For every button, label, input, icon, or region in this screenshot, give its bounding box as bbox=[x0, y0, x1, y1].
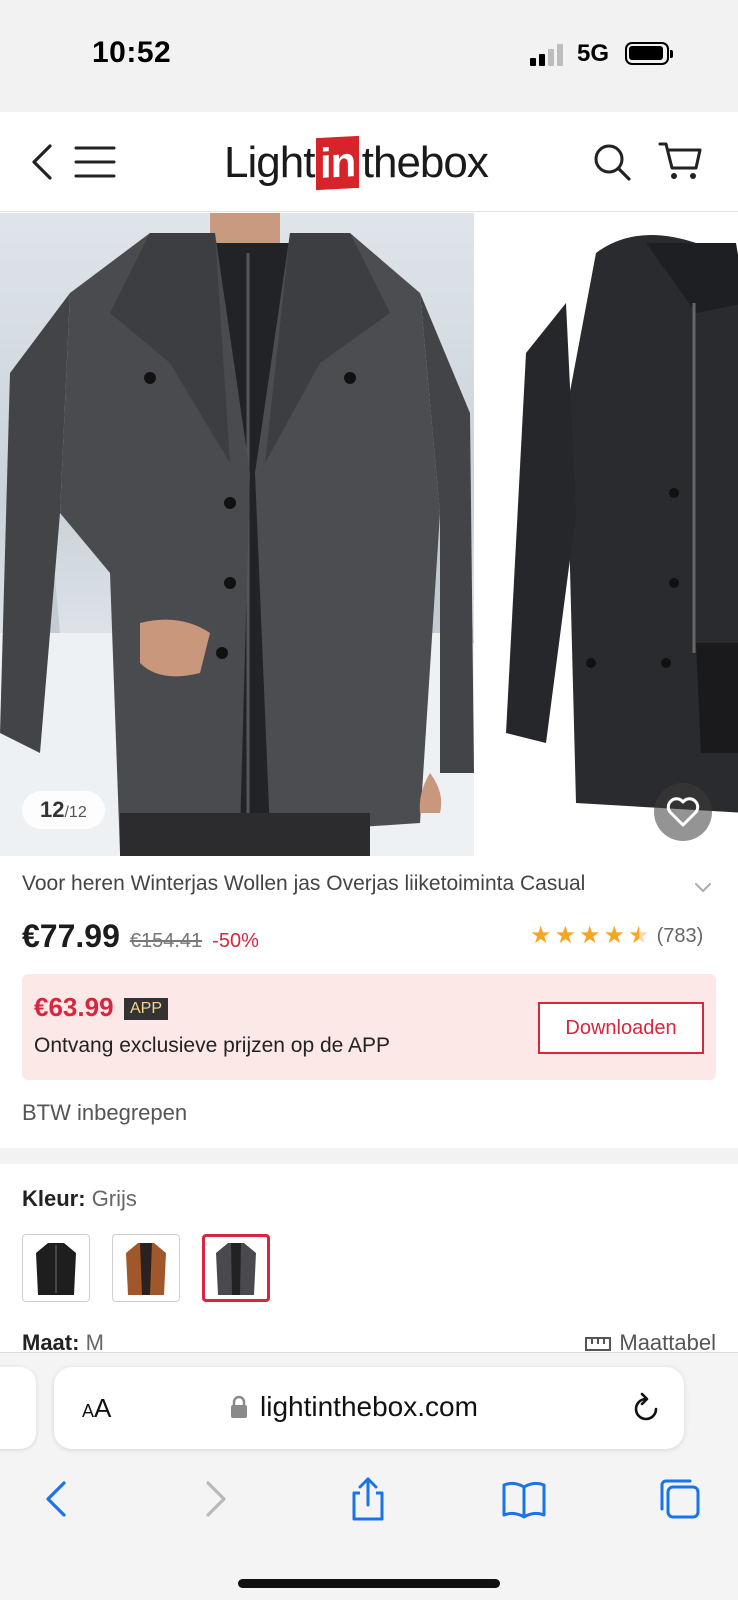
coat-photo-illustration bbox=[0, 213, 474, 856]
app-promo-text: Ontvang exclusieve prijzen op de APP bbox=[34, 1034, 391, 1057]
color-label-value: Grijs bbox=[91, 1186, 137, 1211]
size-selector-row: Maat: M Maattabel bbox=[22, 1330, 716, 1352]
wishlist-button[interactable] bbox=[654, 783, 712, 841]
coat-photo-next-illustration bbox=[506, 235, 738, 813]
product-photo-next[interactable] bbox=[486, 213, 738, 856]
vat-note: BTW inbegrepen bbox=[22, 1100, 188, 1125]
color-selector-label: Kleur: Grijs bbox=[22, 1186, 137, 1212]
back-arrow-icon[interactable] bbox=[28, 142, 56, 182]
review-count: (783) bbox=[656, 924, 704, 947]
browser-back-icon[interactable] bbox=[36, 1477, 80, 1521]
share-icon[interactable] bbox=[346, 1477, 390, 1521]
aa-small: A bbox=[82, 1401, 95, 1421]
size-chart-link[interactable]: Maattabel bbox=[585, 1330, 716, 1352]
heart-icon bbox=[666, 797, 700, 827]
size-label-value: M bbox=[85, 1330, 104, 1352]
star-icon: ★ bbox=[554, 922, 577, 949]
app-badge: APP bbox=[124, 998, 169, 1020]
color-swatches bbox=[22, 1234, 270, 1302]
menu-icon[interactable] bbox=[74, 145, 116, 179]
swatch-grey[interactable] bbox=[202, 1234, 270, 1302]
app-promo-box: €63.99 APP Ontvang exclusieve prijzen op… bbox=[22, 974, 716, 1080]
ruler-icon bbox=[585, 1337, 612, 1351]
home-indicator bbox=[238, 1579, 500, 1588]
star-icon: ★ bbox=[579, 922, 601, 949]
size-chart-label: Maattabel bbox=[619, 1330, 716, 1352]
download-app-button[interactable]: Downloaden bbox=[538, 1002, 704, 1054]
logo-text-thebox: thebox bbox=[361, 138, 489, 187]
original-price: €154.41 bbox=[129, 930, 203, 952]
coat-thumbnail-grey bbox=[216, 1243, 256, 1295]
reload-icon[interactable] bbox=[630, 1391, 662, 1425]
reader-settings-button[interactable]: AA bbox=[82, 1393, 111, 1424]
color-label-key: Kleur: bbox=[22, 1186, 86, 1211]
bookmarks-icon[interactable] bbox=[502, 1477, 546, 1521]
url-text: lightinthebox.com bbox=[260, 1391, 478, 1422]
current-price: €77.99 bbox=[22, 918, 120, 954]
image-counter: 12/12 bbox=[22, 791, 105, 829]
previous-tab-preview[interactable] bbox=[0, 1367, 36, 1449]
product-gallery[interactable]: 12/12 bbox=[0, 213, 738, 856]
logo-text-light: Light bbox=[224, 138, 315, 187]
size-label: Maat: M bbox=[22, 1330, 104, 1352]
browser-bottom-bar: AA lightinthebox.com bbox=[0, 1352, 738, 1600]
discount-badge: -50% bbox=[212, 930, 259, 952]
price-row: €77.99 €154.41 -50% bbox=[22, 918, 259, 955]
cart-icon[interactable] bbox=[658, 140, 702, 182]
lock-icon bbox=[231, 1395, 247, 1418]
size-label-key: Maat: bbox=[22, 1330, 80, 1352]
star-icon: ★ bbox=[530, 922, 552, 949]
site-logo[interactable]: Light in thebox bbox=[224, 135, 489, 191]
app-price: €63.99 bbox=[34, 992, 114, 1022]
aa-big: A bbox=[94, 1393, 112, 1423]
coat-thumbnail-black bbox=[36, 1243, 76, 1295]
image-counter-current: 12 bbox=[40, 797, 65, 822]
swatch-brown[interactable] bbox=[112, 1234, 180, 1302]
network-type: 5G bbox=[577, 40, 610, 67]
status-bar: 10:52 5G bbox=[0, 0, 738, 112]
chevron-down-icon[interactable] bbox=[694, 882, 712, 894]
tabs-icon[interactable] bbox=[658, 1477, 702, 1521]
browser-toolbar bbox=[0, 1463, 738, 1533]
search-icon[interactable] bbox=[592, 142, 632, 182]
battery-icon bbox=[625, 42, 673, 65]
image-counter-total: /12 bbox=[64, 804, 87, 821]
status-time: 10:52 bbox=[92, 36, 172, 69]
product-title: Voor heren Winterjas Wollen jas Overjas … bbox=[22, 872, 586, 895]
browser-forward-icon[interactable] bbox=[192, 1477, 236, 1521]
signal-icon bbox=[530, 44, 563, 66]
star-icon: ★ bbox=[603, 922, 626, 949]
product-photo-main[interactable]: 12/12 bbox=[0, 213, 474, 856]
coat-thumbnail-brown bbox=[126, 1243, 166, 1295]
logo-text-in: in bbox=[316, 135, 360, 191]
section-divider bbox=[0, 1148, 738, 1164]
swatch-black[interactable] bbox=[22, 1234, 90, 1302]
site-header: Light in thebox bbox=[0, 112, 738, 212]
product-rating[interactable]: ★ ★ ★ ★ ★ (783) bbox=[530, 924, 703, 948]
address-bar[interactable]: AA lightinthebox.com bbox=[54, 1367, 684, 1449]
half-star-icon: ★ bbox=[628, 922, 650, 949]
